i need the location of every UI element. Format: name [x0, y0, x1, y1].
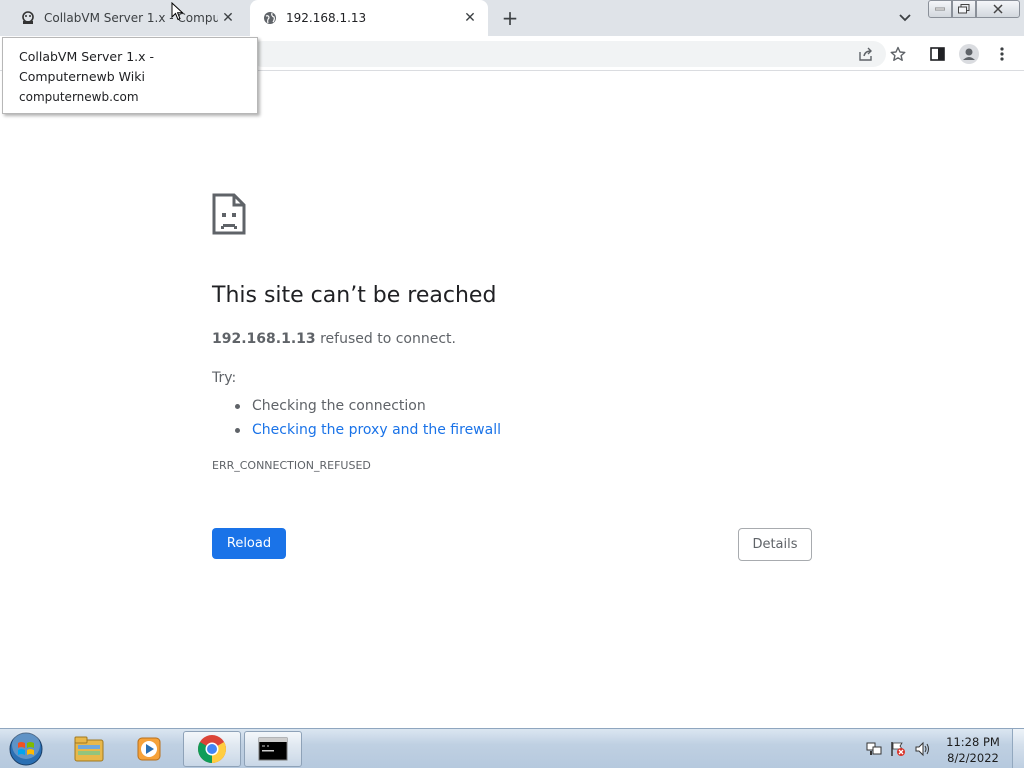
profile-icon[interactable]: [958, 43, 980, 65]
suggestion-check-proxy-link[interactable]: Checking the proxy and the firewall: [212, 418, 501, 442]
action-center-flag-icon[interactable]: [890, 741, 906, 757]
tab-close-icon[interactable]: ✕: [218, 8, 238, 28]
media-player-icon[interactable]: [120, 731, 178, 767]
mouse-cursor-icon: [171, 2, 184, 21]
address-bar[interactable]: [250, 41, 886, 67]
tab-collabvm[interactable]: CollabVM Server 1.x - Computernewb Wiki …: [8, 0, 246, 36]
tab-hover-tooltip: CollabVM Server 1.x - Computernewb Wiki …: [2, 37, 258, 114]
suggestion-check-connection: Checking the connection: [212, 394, 501, 418]
chevron-down-icon[interactable]: [894, 8, 916, 28]
tab-title: CollabVM Server 1.x - Computernewb Wiki: [44, 11, 218, 25]
tab-close-icon[interactable]: ✕: [460, 8, 480, 28]
start-button[interactable]: [4, 731, 48, 767]
chrome-icon[interactable]: [183, 731, 241, 767]
volume-icon[interactable]: [914, 741, 930, 757]
error-code: ERR_CONNECTION_REFUSED: [212, 459, 371, 472]
tooltip-url: computernewb.com: [19, 90, 139, 104]
tab-active-ip[interactable]: 192.168.1.13 ✕: [250, 0, 488, 36]
system-clock[interactable]: 11:28 PM 8/2/2022: [940, 734, 1006, 766]
explorer-icon[interactable]: [60, 731, 118, 767]
tab-title: 192.168.1.13: [286, 11, 367, 25]
suggestions-list: Checking the connection Checking the pro…: [212, 394, 501, 442]
try-label: Try:: [212, 370, 237, 386]
globe-icon: [262, 10, 278, 26]
restore-button[interactable]: [952, 0, 976, 18]
reload-button[interactable]: Reload: [212, 528, 286, 559]
bookmark-star-icon[interactable]: [887, 43, 909, 65]
tooltip-title: CollabVM Server 1.x - Computernewb Wiki: [19, 49, 154, 84]
minimize-button[interactable]: [928, 0, 952, 18]
taskbar: 11:28 PM 8/2/2022: [0, 728, 1024, 768]
sad-page-icon: [212, 193, 246, 235]
new-tab-button[interactable]: +: [498, 6, 522, 30]
error-title: This site can’t be reached: [212, 283, 497, 308]
tab-strip: CollabVM Server 1.x - Computernewb Wiki …: [0, 0, 1024, 36]
error-host: 192.168.1.13: [212, 331, 316, 347]
error-summary-text: refused to connect.: [315, 331, 456, 347]
clock-date: 8/2/2022: [947, 751, 999, 765]
share-icon[interactable]: [855, 43, 877, 65]
network-icon[interactable]: [866, 741, 882, 757]
show-desktop-button[interactable]: [1012, 729, 1024, 768]
error-summary: 192.168.1.13 refused to connect.: [212, 331, 456, 347]
clock-time: 11:28 PM: [946, 735, 1000, 749]
side-panel-icon[interactable]: [926, 43, 948, 65]
close-window-button[interactable]: [976, 0, 1020, 18]
collabvm-favicon-icon: [20, 10, 36, 26]
details-button[interactable]: Details: [738, 528, 812, 561]
menu-icon[interactable]: [991, 43, 1013, 65]
cmd-icon[interactable]: [244, 731, 302, 767]
